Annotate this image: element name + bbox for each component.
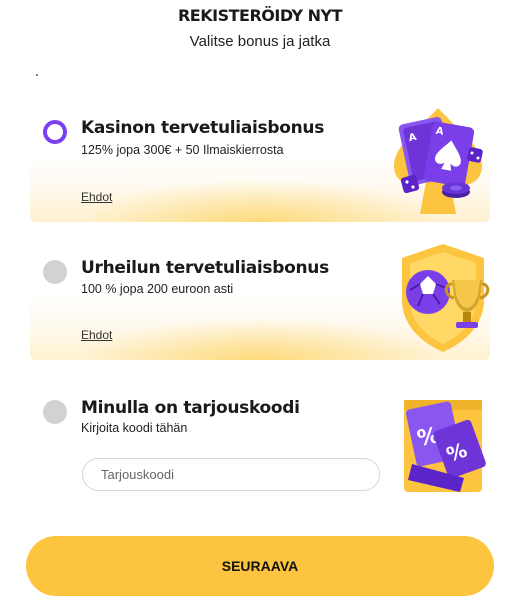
bonus-option-casino[interactable]: Kasinon tervetuliaisbonus 125% jopa 300€… xyxy=(30,102,490,222)
radio-promo[interactable] xyxy=(43,400,67,424)
next-button[interactable]: SEURAAVA xyxy=(26,536,494,596)
bonus-description: Kirjoita koodi tähän xyxy=(81,421,188,435)
page-subtitle: Valitse bonus ja jatka xyxy=(189,33,331,50)
casino-cards-icon: A A xyxy=(394,108,483,214)
terms-link[interactable]: Ehdot xyxy=(81,328,112,342)
promo-ticket-icon: % % xyxy=(404,400,486,492)
bonus-option-sports[interactable]: Urheilun tervetuliaisbonus 100 % jopa 20… xyxy=(30,240,490,360)
bonus-title: Minulla on tarjouskoodi xyxy=(81,398,300,418)
card-glow xyxy=(90,320,430,360)
bonus-description: 125% jopa 300€ + 50 Ilmaiskierrosta xyxy=(81,143,284,157)
radio-casino-selected[interactable] xyxy=(43,120,67,144)
promo-code-input[interactable] xyxy=(82,458,380,491)
card-glow xyxy=(90,182,430,222)
sports-trophy-icon xyxy=(402,244,490,352)
bonus-title: Urheilun tervetuliaisbonus xyxy=(81,258,329,278)
radio-sports[interactable] xyxy=(43,260,67,284)
bonus-title: Kasinon tervetuliaisbonus xyxy=(81,118,325,138)
stray-dot xyxy=(36,74,38,76)
page-title: REKISTERÖIDY NYT xyxy=(177,6,343,25)
bonus-description: 100 % jopa 200 euroon asti xyxy=(81,282,234,296)
terms-link[interactable]: Ehdot xyxy=(81,190,112,204)
